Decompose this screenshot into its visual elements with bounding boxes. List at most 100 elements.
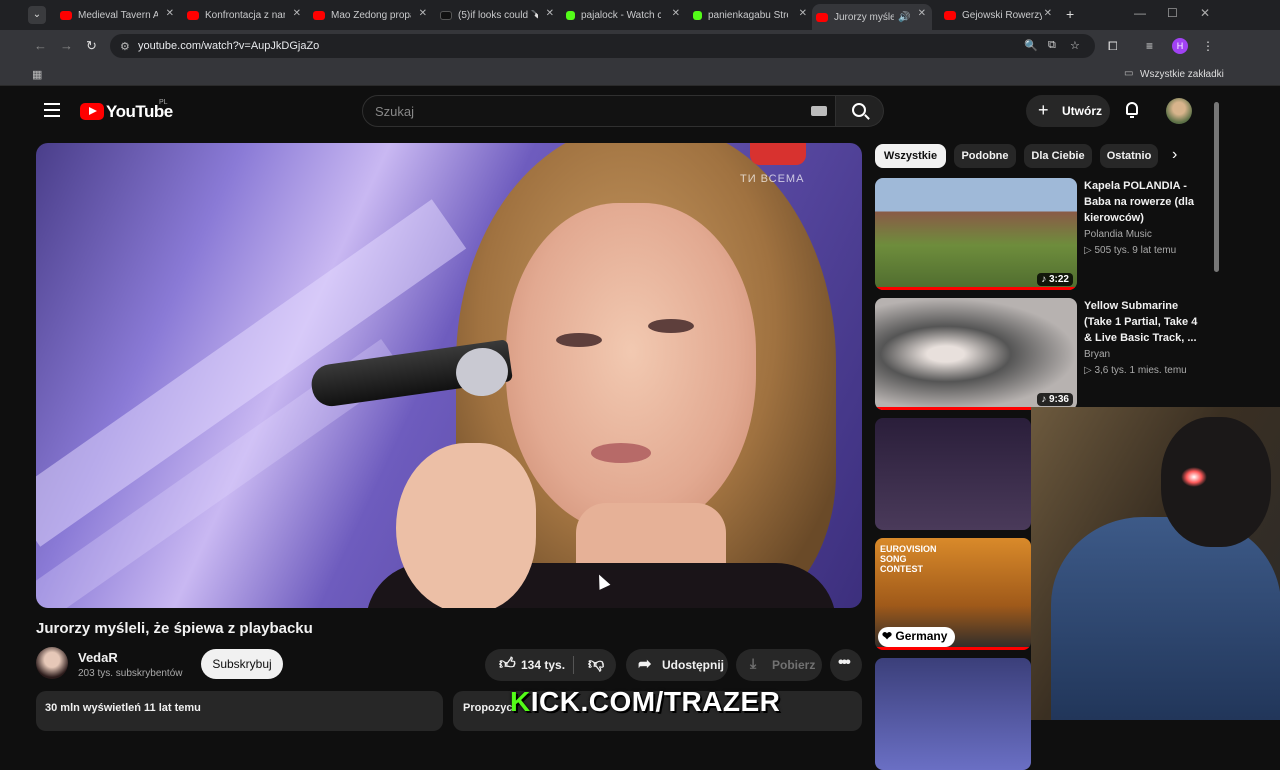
browser-tab[interactable]: Medieval Tavern Am ✕: [56, 4, 174, 26]
browser-tab[interactable]: Gejowski Rowerzy ✕: [940, 4, 1052, 26]
close-icon[interactable]: ✕: [546, 8, 554, 19]
youtube-icon: [60, 10, 72, 20]
chip-recent[interactable]: Ostatnio: [1100, 144, 1158, 168]
close-icon[interactable]: ✕: [918, 8, 926, 19]
bookmark-star-icon[interactable]: ☆: [1070, 39, 1080, 52]
reload-icon[interactable]: ↻: [86, 38, 97, 54]
search-placeholder: Szukaj: [375, 104, 415, 119]
rec-thumbnail[interactable]: [875, 658, 1031, 770]
share-label: Udostępnij: [662, 658, 724, 672]
singer-eye: [648, 319, 694, 333]
close-icon[interactable]: ✕: [419, 8, 427, 19]
youtube-icon: [187, 10, 199, 20]
maximize-icon[interactable]: ☐: [1167, 6, 1178, 20]
rec-channel[interactable]: Bryan: [1084, 349, 1110, 360]
close-icon[interactable]: ✕: [293, 8, 301, 19]
forward-icon[interactable]: →: [60, 38, 73, 53]
channel-name[interactable]: VedaR: [78, 650, 118, 665]
subscriber-count: 203 tys. subskrybentów: [78, 668, 183, 679]
dislike-icon[interactable]: 👎︎: [588, 655, 604, 674]
create-button[interactable]: + Utwórz: [1026, 95, 1110, 127]
guide-menu-icon[interactable]: [44, 103, 60, 117]
tab-search-icon[interactable]: ⌄: [28, 6, 46, 24]
streamer-head: [1161, 417, 1271, 547]
youtube-logo-icon[interactable]: [80, 103, 104, 120]
close-icon[interactable]: ✕: [1044, 8, 1052, 19]
plus-icon: +: [1038, 100, 1049, 120]
notifications-bell-icon[interactable]: [1124, 101, 1140, 119]
headset-light: [1181, 467, 1207, 487]
close-icon[interactable]: ✕: [799, 8, 807, 19]
all-bookmarks-link[interactable]: Wszystkie zakładki: [1140, 69, 1224, 80]
download-label: Pobierz: [772, 658, 816, 672]
watch-progress-bar: [875, 647, 1031, 650]
singer-face: [506, 203, 756, 533]
search-button[interactable]: [836, 95, 884, 127]
browser-tab[interactable]: panienkagabu Stre ✕: [689, 4, 807, 26]
speaker-icon[interactable]: 🔊: [898, 12, 910, 23]
browser-tab[interactable]: Konfrontacja z nar ✕: [183, 4, 301, 26]
suggestions-label: Propozyc: [463, 702, 513, 714]
rec-thumbnail[interactable]: [875, 418, 1031, 530]
browser-tab-active[interactable]: Jurorzy myśleli 🔊 ✕: [812, 4, 932, 30]
germany-label: Germany: [895, 629, 948, 643]
germany-badge: ❤ Germany: [878, 627, 956, 647]
rec-thumbnail[interactable]: ♪ 3:22: [875, 178, 1077, 290]
channel-avatar[interactable]: [36, 647, 68, 679]
tab-label: Gejowski Rowerzy: [962, 9, 1042, 21]
description-box[interactable]: 30 mln wyświetleń 11 lat temu: [36, 691, 443, 731]
rec-title[interactable]: Kapela POLANDIA - Baba na rowerze (dla k…: [1084, 178, 1208, 226]
divider: [573, 656, 574, 674]
download-button[interactable]: ⤓ Pobierz: [736, 649, 822, 681]
zoom-icon[interactable]: 🔍: [1024, 39, 1038, 52]
kick-k-letter: K: [510, 686, 531, 717]
keyboard-icon[interactable]: [811, 106, 827, 116]
rec-title[interactable]: Yellow Submarine (Take 1 Partial, Take 4…: [1084, 298, 1208, 346]
more-actions-button[interactable]: •••: [830, 649, 862, 681]
menu-icon[interactable]: ⋮: [1202, 39, 1214, 53]
tv-overlay-text: ТИ ВСЕМА: [740, 173, 805, 185]
chip-for-you[interactable]: Dla Ciebie: [1024, 144, 1092, 168]
close-icon[interactable]: ✕: [672, 8, 680, 19]
account-avatar[interactable]: [1166, 98, 1192, 124]
video-title: Jurorzy myśleli, że śpiewa z playbacku: [36, 620, 313, 637]
search-input[interactable]: Szukaj: [362, 95, 836, 127]
site-info-icon[interactable]: ⚙: [120, 40, 130, 53]
browser-tab[interactable]: Mao Zedong propa ✕: [309, 4, 427, 26]
subscribe-button[interactable]: Subskrybuj: [201, 649, 283, 679]
chip-related[interactable]: Podobne: [954, 144, 1016, 168]
browser-tab[interactable]: (5)if looks could 🔪 ✕: [436, 4, 554, 26]
window-close-icon[interactable]: ✕: [1200, 6, 1210, 20]
create-label: Utwórz: [1062, 104, 1102, 118]
browser-tab[interactable]: pajalock - Watch cl ✕: [562, 4, 680, 26]
rec-thumbnail[interactable]: ♪ 9:36: [875, 298, 1077, 410]
view-count-and-date: 30 mln wyświetleń 11 lat temu: [45, 702, 201, 714]
search-icon: [852, 103, 866, 117]
like-count[interactable]: 134 tys.: [521, 658, 565, 672]
youtube-icon: [816, 12, 828, 22]
back-icon[interactable]: ←: [34, 38, 47, 53]
kick-icon: [566, 10, 575, 20]
profile-avatar[interactable]: H: [1172, 38, 1188, 54]
youtube-icon: [313, 10, 325, 20]
watch-progress-bar: [875, 287, 1077, 290]
extensions-icon[interactable]: ⧠: [1108, 39, 1118, 54]
new-tab-icon[interactable]: +: [1066, 6, 1074, 22]
rec-channel[interactable]: Polandia Music: [1084, 229, 1152, 240]
tiktok-icon: [440, 10, 452, 20]
install-icon[interactable]: ⧉: [1048, 39, 1056, 52]
url-text[interactable]: youtube.com/watch?v=AupJkDGjaZo: [138, 40, 319, 52]
minimize-icon[interactable]: —: [1134, 6, 1146, 20]
address-bar[interactable]: ⚙ youtube.com/watch?v=AupJkDGjaZo 🔍 ⧉ ☆: [110, 34, 1095, 58]
kick-icon: [693, 10, 702, 20]
close-icon[interactable]: ✕: [166, 8, 174, 19]
tab-label: Medieval Tavern Am: [78, 9, 158, 21]
apps-grid-icon[interactable]: ▦: [32, 68, 42, 81]
media-controls-icon[interactable]: ≡: [1146, 39, 1153, 53]
chip-all[interactable]: Wszystkie: [875, 144, 946, 168]
chevron-right-icon[interactable]: ›: [1172, 146, 1177, 164]
share-button[interactable]: ➦ Udostępnij: [626, 649, 728, 681]
like-icon[interactable]: 👍︎: [499, 655, 516, 674]
kick-url-text: ICK.COM/TRAZER: [530, 686, 781, 717]
video-player[interactable]: ТИ ВСЕМА: [36, 143, 862, 608]
